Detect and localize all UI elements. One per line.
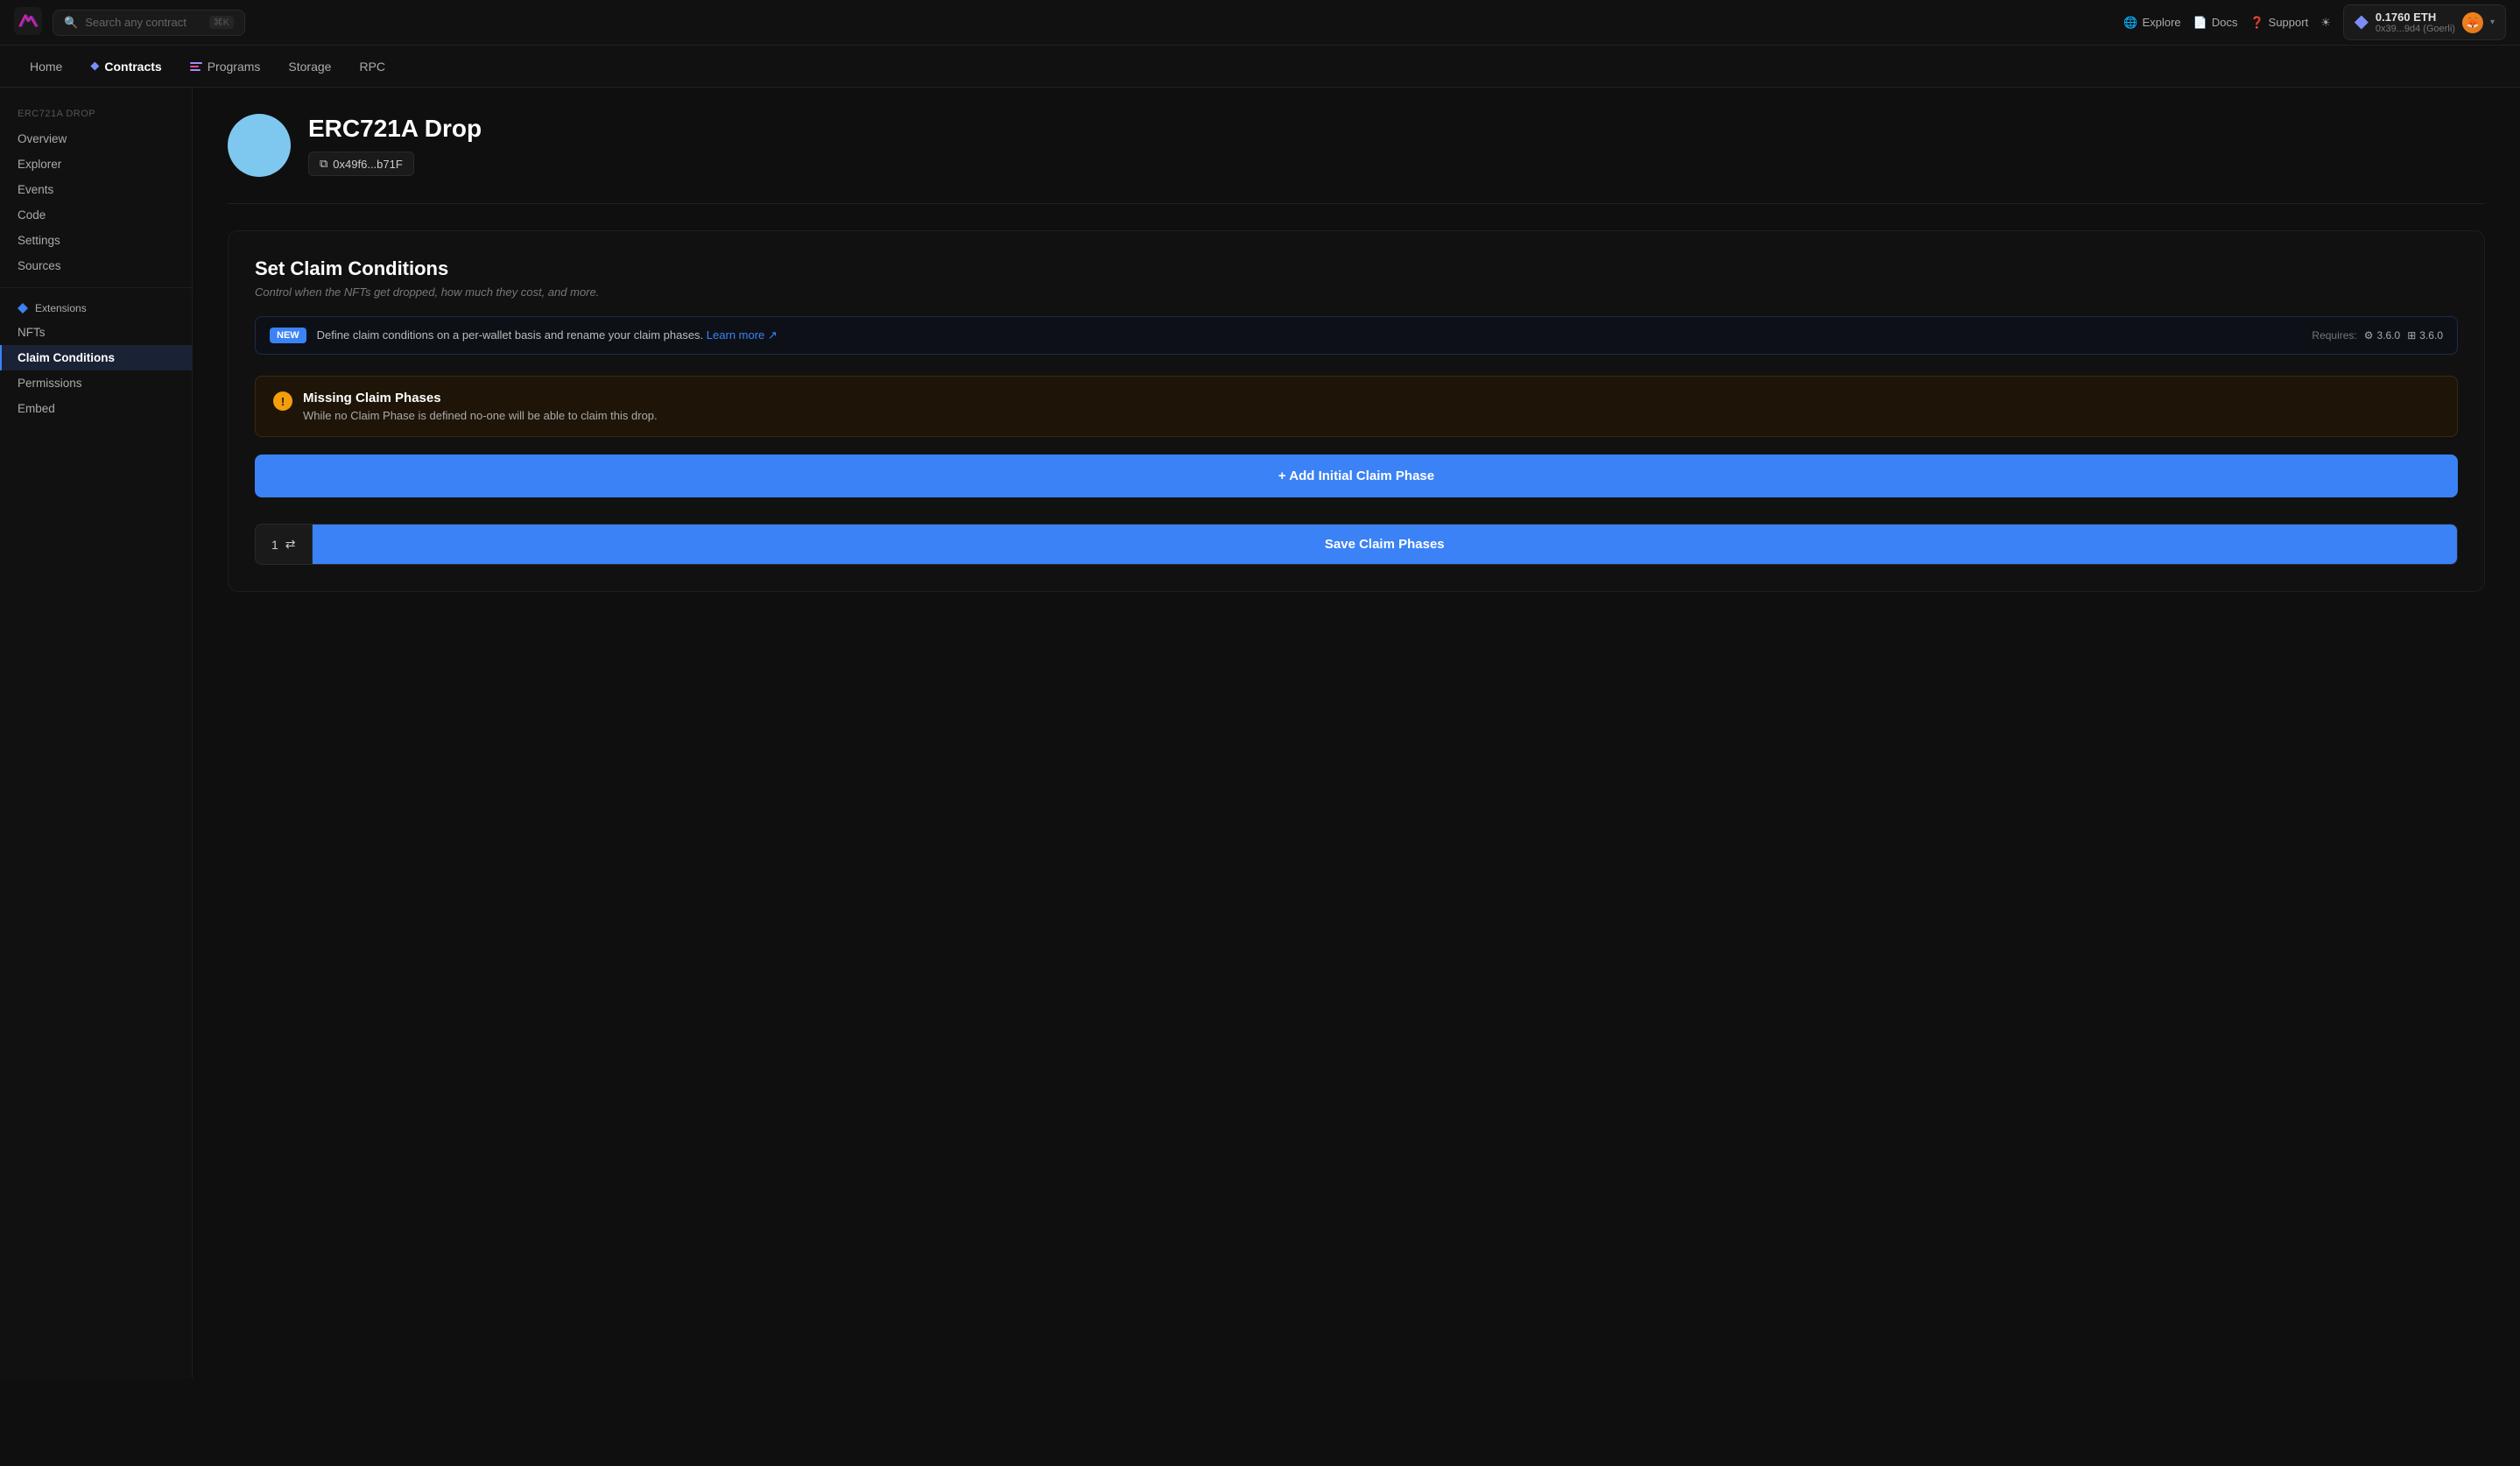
sidebar-item-overview[interactable]: Overview <box>0 126 192 152</box>
new-badge: NEW <box>270 328 306 343</box>
sidebar-item-claim-conditions[interactable]: Claim Conditions <box>0 345 192 370</box>
version-badge-2: ⊞ 3.6.0 <box>2407 329 2443 342</box>
top-nav: 🔍 Search any contract ⌘K 🌐 Explore 📄 Doc… <box>0 0 2520 46</box>
explore-link[interactable]: 🌐 Explore <box>2123 16 2180 30</box>
nav-home[interactable]: Home <box>18 54 74 79</box>
search-placeholder: Search any contract <box>85 16 187 29</box>
nav-rpc[interactable]: RPC <box>347 54 398 79</box>
fox-avatar: 🦊 <box>2462 12 2483 33</box>
address-text: 0x49f6...b71F <box>333 158 403 171</box>
sidebar-item-sources[interactable]: Sources <box>0 253 192 278</box>
sidebar-divider <box>0 287 192 288</box>
new-banner-text: Define claim conditions on a per-wallet … <box>317 328 2302 342</box>
warning-content: Missing Claim Phases While no Claim Phas… <box>303 391 658 422</box>
wallet-button[interactable]: 0.1760 ETH 0x39...9d4 (Goerli) 🦊 ▾ <box>2343 4 2506 40</box>
extension-diamond-icon <box>18 303 28 314</box>
swap-icon: ⇄ <box>285 537 296 552</box>
section-title: Set Claim Conditions <box>255 257 2458 280</box>
sidebar-item-nfts[interactable]: NFTs <box>0 320 192 345</box>
sidebar-item-settings[interactable]: Settings <box>0 228 192 253</box>
sun-icon: ☀ <box>2320 16 2331 30</box>
claim-conditions-section: Set Claim Conditions Control when the NF… <box>228 230 2485 592</box>
add-initial-claim-phase-button[interactable]: + Add Initial Claim Phase <box>255 455 2458 497</box>
warning-text: While no Claim Phase is defined no-one w… <box>303 409 658 422</box>
contracts-diamond-icon <box>90 62 99 71</box>
sidebar-contract-label: ERC721A Drop <box>0 105 192 126</box>
save-footer: 1 ⇄ Save Claim Phases <box>255 524 2458 565</box>
wallet-info: 0.1760 ETH 0x39...9d4 (Goerli) <box>2376 11 2455 34</box>
sidebar-item-events[interactable]: Events <box>0 177 192 202</box>
chevron-down-icon: ▾ <box>2490 18 2495 27</box>
nav-storage[interactable]: Storage <box>276 54 343 79</box>
search-bar[interactable]: 🔍 Search any contract ⌘K <box>53 10 245 36</box>
sidebar-item-explorer[interactable]: Explorer <box>0 152 192 177</box>
support-link[interactable]: ❓ Support <box>2249 16 2308 30</box>
programs-icon <box>190 62 202 71</box>
nav-contracts[interactable]: Contracts <box>78 54 173 79</box>
grid-icon: ⊞ <box>2407 329 2416 342</box>
top-right-actions: 🌐 Explore 📄 Docs ❓ Support ☀ 0.1760 ETH … <box>2123 4 2506 40</box>
doc-icon: 📄 <box>2193 16 2207 30</box>
warning-title: Missing Claim Phases <box>303 391 658 405</box>
main-content: ERC721A Drop ⧉ 0x49f6...b71F Set Claim C… <box>193 88 2520 1378</box>
main-layout: ERC721A Drop Overview Explorer Events Co… <box>0 88 2520 1378</box>
theme-toggle[interactable]: ☀ <box>2320 16 2331 30</box>
contract-avatar <box>228 114 291 177</box>
search-shortcut: ⌘K <box>209 16 234 29</box>
sidebar-item-embed[interactable]: Embed <box>0 396 192 421</box>
gear-icon: ⚙ <box>2364 329 2374 342</box>
docs-link[interactable]: 📄 Docs <box>2193 16 2238 30</box>
diamond-icon <box>2355 16 2369 30</box>
missing-claim-phases-warning: ! Missing Claim Phases While no Claim Ph… <box>255 376 2458 437</box>
new-banner: NEW Define claim conditions on a per-wal… <box>255 316 2458 355</box>
search-icon: 🔍 <box>64 16 78 30</box>
learn-more-link[interactable]: Learn more ↗ <box>707 328 778 342</box>
warning-icon: ! <box>273 391 292 411</box>
extensions-header: Extensions <box>0 297 192 320</box>
copy-icon: ⧉ <box>320 157 327 171</box>
logo[interactable] <box>14 7 42 38</box>
nav-programs[interactable]: Programs <box>178 54 273 79</box>
sidebar-item-code[interactable]: Code <box>0 202 192 228</box>
globe-icon: 🌐 <box>2123 16 2137 30</box>
version-badge-1: ⚙ 3.6.0 <box>2364 329 2400 342</box>
save-claim-phases-button[interactable]: Save Claim Phases <box>313 525 2457 564</box>
sidebar-item-permissions[interactable]: Permissions <box>0 370 192 396</box>
contract-header: ERC721A Drop ⧉ 0x49f6...b71F <box>228 114 2485 204</box>
secondary-nav: Home Contracts Programs Storage RPC <box>0 46 2520 88</box>
question-icon: ❓ <box>2249 16 2263 30</box>
contract-title: ERC721A Drop <box>308 115 482 143</box>
requires-section: Requires: ⚙ 3.6.0 ⊞ 3.6.0 <box>2312 329 2443 342</box>
sidebar: ERC721A Drop Overview Explorer Events Co… <box>0 88 193 1378</box>
save-count: 1 ⇄ <box>256 525 313 564</box>
contract-info: ERC721A Drop ⧉ 0x49f6...b71F <box>308 115 482 176</box>
contract-address[interactable]: ⧉ 0x49f6...b71F <box>308 152 414 176</box>
section-subtitle: Control when the NFTs get dropped, how m… <box>255 285 2458 299</box>
